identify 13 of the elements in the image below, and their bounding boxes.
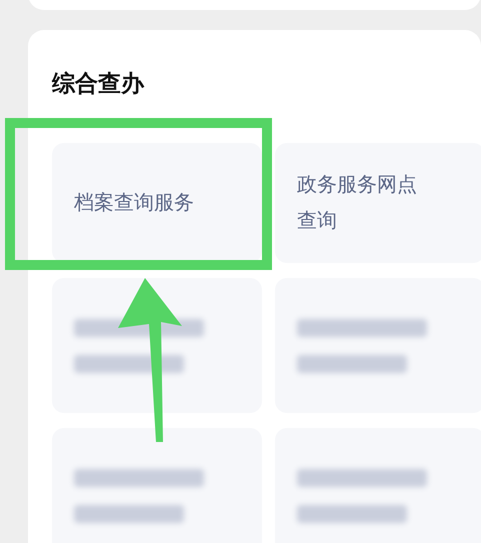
service-label: 档案查询服务 [74, 191, 195, 216]
service-label: 政务服务网点查询 [297, 173, 418, 234]
blurred-card[interactable] [52, 428, 262, 543]
blurred-card[interactable] [52, 278, 262, 413]
blurred-text-icon [74, 468, 204, 522]
blurred-card[interactable] [275, 278, 481, 413]
blurred-text-icon [297, 468, 427, 522]
service-card[interactable]: 政务服务网点查询 [275, 143, 481, 263]
arrow-icon [116, 278, 184, 444]
blurred-text-icon [297, 318, 427, 372]
section-title: 综合查办 [52, 69, 146, 98]
blurred-card[interactable] [275, 428, 481, 543]
service-card[interactable]: 档案查询服务 [52, 143, 262, 263]
